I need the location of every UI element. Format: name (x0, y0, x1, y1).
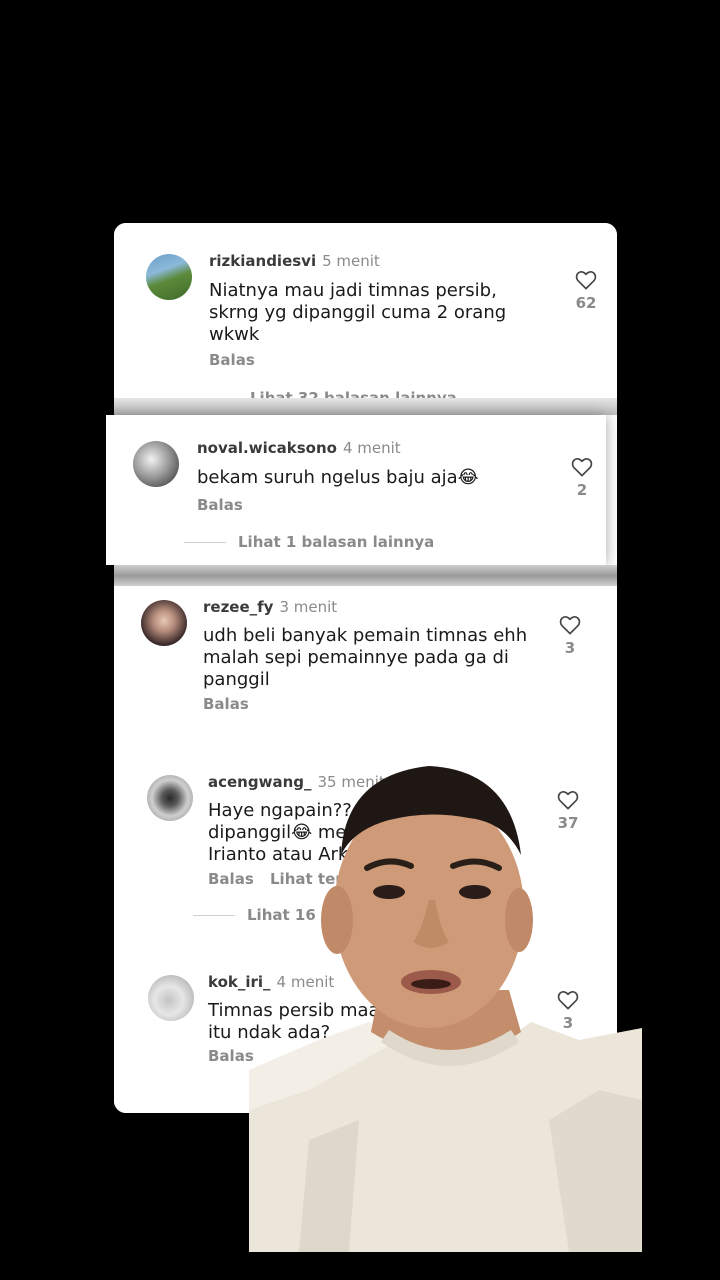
reply-button[interactable]: Balas (209, 351, 255, 369)
like-button[interactable]: 3 (550, 615, 590, 657)
avatar[interactable] (141, 600, 187, 646)
avatar[interactable] (146, 254, 192, 300)
comment-username[interactable]: rizkiandiesvi 5 menit (209, 252, 380, 270)
tile-separator (114, 398, 617, 415)
tile-separator (114, 565, 617, 586)
reply-button[interactable]: Balas (197, 496, 243, 514)
avatar[interactable] (133, 441, 179, 487)
view-more-replies[interactable]: Lihat 1 balasan lainnya (184, 533, 434, 551)
comment-text: Niatnya mau jadi timnas persib, skrng yg… (209, 280, 507, 345)
reply-button[interactable]: Balas (203, 695, 249, 713)
like-button[interactable]: 62 (566, 270, 606, 312)
person-figure (249, 766, 642, 1252)
reply-button[interactable]: Balas (208, 1047, 254, 1065)
comment-time: 3 menit (279, 598, 338, 616)
comment-time: 4 menit (342, 439, 401, 457)
heart-outline-icon (559, 616, 581, 635)
creator-video-overlay (249, 760, 642, 1252)
view-more-replies[interactable]: Lihat 32 balasan lainnya (196, 389, 457, 398)
avatar[interactable] (148, 975, 194, 1021)
avatar[interactable] (147, 775, 193, 821)
comment-text: udh beli banyak pemain timnas ehh malah … (203, 625, 528, 690)
heart-outline-icon (571, 458, 593, 477)
heart-outline-icon (575, 271, 597, 290)
comment-username[interactable]: noval.wicaksono 4 menit (197, 439, 401, 457)
reply-button[interactable]: Balas (208, 870, 254, 888)
comment-time: 5 menit (322, 252, 380, 270)
comment-username[interactable]: rezee_fy 3 menit (203, 598, 337, 616)
comment-text: bekam suruh ngelus baju aja😂 (197, 467, 479, 488)
like-count: 3 (564, 639, 576, 657)
like-count: 2 (576, 481, 588, 499)
like-count: 62 (575, 294, 597, 312)
like-button[interactable]: 2 (562, 457, 602, 499)
